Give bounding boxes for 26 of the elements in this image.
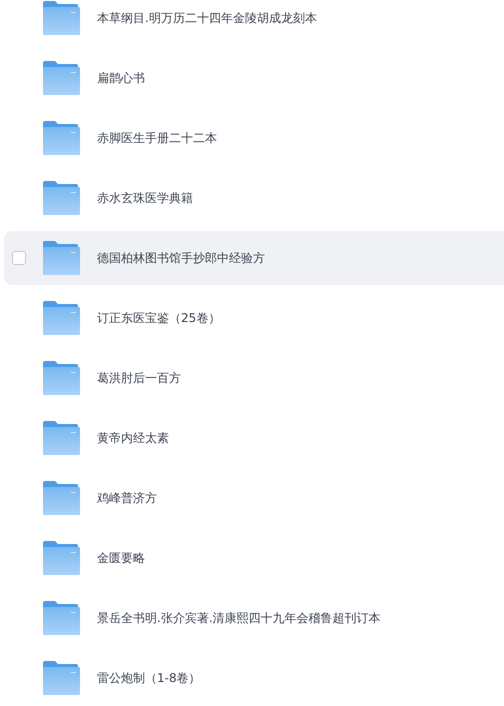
folder-icon [43,661,80,695]
folder-icon [43,61,80,95]
folder-icon [43,601,80,635]
folder-name[interactable]: 金匮要略 [97,549,145,567]
folder-icon [43,121,80,155]
folder-icon [43,481,80,515]
folder-icon [43,1,80,35]
checkbox[interactable] [12,251,26,265]
folder-name[interactable]: 黄帝内经太素 [97,429,169,447]
folder-icon [43,181,80,215]
folder-name[interactable]: 雷公炮制（1-8卷） [97,669,201,687]
folder-name[interactable]: 鸡峰普济方 [97,489,157,507]
folder-icon [43,541,80,575]
folder-icon [43,361,80,395]
folder-row-highlight[interactable]: 德国柏林图书馆手抄郎中经验方 [4,231,504,285]
folder-icon [43,301,80,335]
folder-name[interactable]: 订正东医宝鉴（25卷） [97,309,220,327]
folder-name[interactable]: 本草纲目.明万历二十四年金陵胡成龙刻本 [97,9,317,27]
folder-name[interactable]: 赤水玄珠医学典籍 [97,189,193,207]
folder-name[interactable]: 扁鹊心书 [97,69,145,87]
folder-icon [43,241,80,275]
folder-name[interactable]: 德国柏林图书馆手抄郎中经验方 [97,249,265,267]
folder-name[interactable]: 景岳全书明.张介宾著.清康熙四十九年会稽鲁超刊订本 [97,609,381,627]
folder-name[interactable]: 葛洪肘后一百方 [97,369,181,387]
folder-name[interactable]: 赤脚医生手册二十二本 [97,129,217,147]
folder-icon [43,421,80,455]
